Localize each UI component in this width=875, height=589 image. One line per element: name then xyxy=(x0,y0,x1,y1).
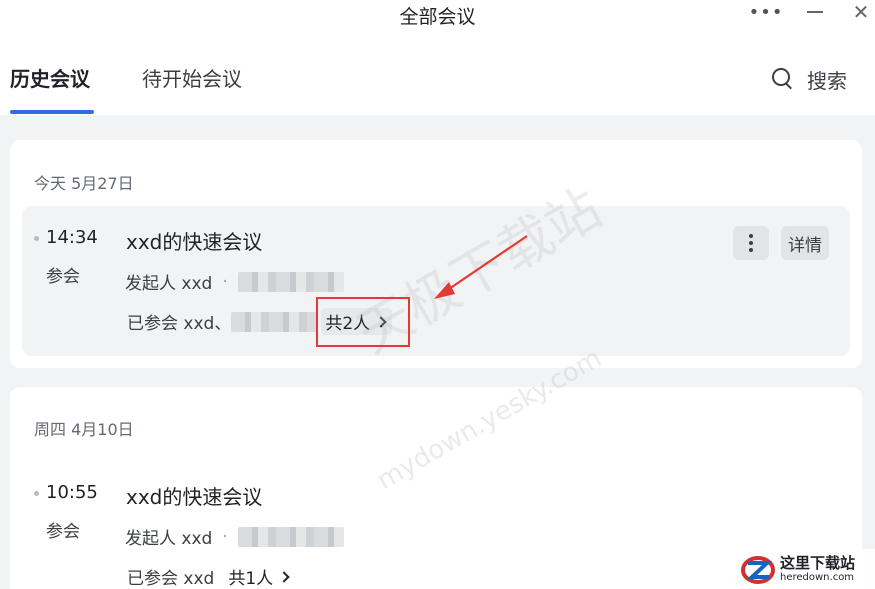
active-tab-indicator xyxy=(10,110,94,114)
attendees-text: 已参会 xxd xyxy=(127,569,215,589)
site-logo-icon xyxy=(741,556,775,584)
detail-button[interactable]: 详情 xyxy=(781,226,829,260)
chevron-right-icon xyxy=(278,570,290,583)
meeting-organizer: 发起人 xxd · xyxy=(125,269,344,294)
redacted-meeting-id xyxy=(237,526,344,547)
meeting-group-card: 周四 4月10日 10:55 参会 xxd的快速会议 发起人 xxd · 已参会… xyxy=(10,387,862,589)
meeting-organizer: 发起人 xxd · xyxy=(125,524,344,549)
meeting-title: xxd的快速会议 xyxy=(126,485,263,509)
site-logo: 这里下载站 heredown.com xyxy=(740,549,875,589)
separator: · xyxy=(222,271,228,292)
more-actions-button[interactable] xyxy=(733,226,769,260)
site-logo-url: heredown.com xyxy=(780,571,855,583)
close-icon[interactable]: ✕ xyxy=(848,0,874,24)
meeting-title: xxd的快速会议 xyxy=(126,230,263,254)
attendee-count-button[interactable]: 共1人 xyxy=(224,563,295,589)
search-icon xyxy=(772,68,794,90)
timeline-dot xyxy=(34,491,39,496)
window-title: 全部会议 xyxy=(399,6,476,28)
annotation-highlight-box xyxy=(316,297,410,347)
search-button[interactable]: 搜索 xyxy=(772,64,847,94)
meeting-item[interactable]: 10:55 参会 xxd的快速会议 发起人 xxd · 已参会 xxd 共1人 xyxy=(22,461,850,589)
group-date: 周四 4月10日 xyxy=(34,420,134,439)
redacted-meeting-id xyxy=(237,271,344,292)
group-date: 今天 5月27日 xyxy=(34,174,134,193)
header: 全部会议 ••• ✕ 历史会议 待开始会议 搜索 xyxy=(0,0,875,115)
meeting-role: 参会 xyxy=(46,522,80,542)
vertical-ellipsis-icon xyxy=(749,234,753,238)
tab-history-meetings[interactable]: 历史会议 xyxy=(10,64,90,94)
search-label: 搜索 xyxy=(807,68,847,93)
more-options-icon[interactable]: ••• xyxy=(749,0,783,24)
separator: · xyxy=(222,526,228,547)
redacted-attendee xyxy=(231,311,318,332)
meeting-role: 参会 xyxy=(46,267,80,287)
organizer-text: 发起人 xxd xyxy=(125,274,213,294)
attendees-text: 已参会 xxd、 xyxy=(127,314,232,334)
attendee-count: 共1人 xyxy=(228,569,274,589)
meeting-time: 10:55 xyxy=(46,482,98,503)
minimize-icon[interactable] xyxy=(802,0,828,24)
site-logo-name: 这里下载站 xyxy=(780,553,856,572)
tab-upcoming-meetings[interactable]: 待开始会议 xyxy=(142,64,242,94)
timeline-dot xyxy=(34,236,39,241)
meeting-attendees: 已参会 xxd 共1人 xyxy=(127,563,295,589)
organizer-text: 发起人 xxd xyxy=(125,529,213,549)
meeting-time: 14:34 xyxy=(46,227,98,248)
